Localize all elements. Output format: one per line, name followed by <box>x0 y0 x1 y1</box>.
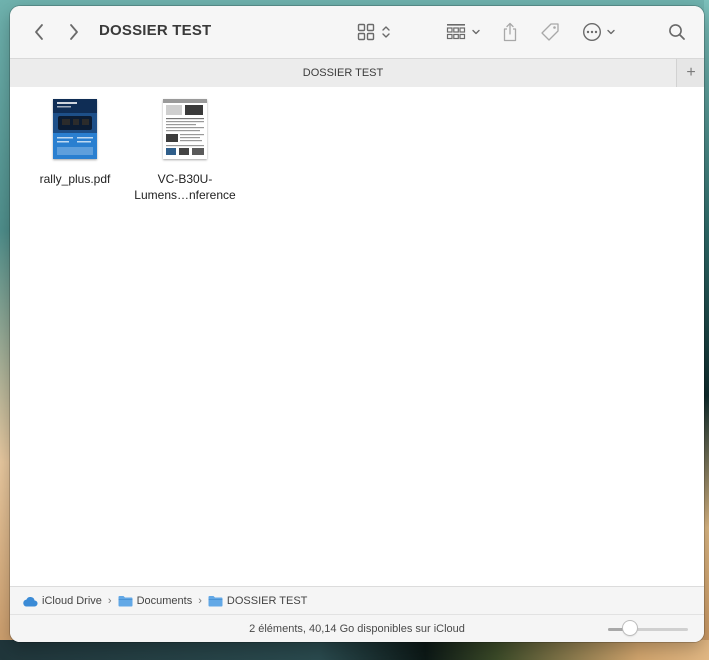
path-separator: › <box>107 595 112 607</box>
chevron-left-icon <box>35 24 43 40</box>
path-bar: iCloud Drive › Documents › DOSSIER TEST <box>10 586 704 615</box>
path-item-icloud-drive[interactable]: iCloud Drive › <box>22 595 112 607</box>
tags-button[interactable] <box>538 18 562 46</box>
search-icon <box>669 24 685 40</box>
new-tab-button[interactable]: + <box>676 59 704 87</box>
folder-icon <box>118 595 133 607</box>
tag-icon <box>541 23 559 41</box>
file-browser-area[interactable]: rally_plus.pdf VC-B30U- Lumens…nference <box>10 87 704 586</box>
file-name: VC-B30U- Lumens…nference <box>134 172 236 202</box>
share-button[interactable] <box>499 18 521 46</box>
path-item-documents[interactable]: Documents › <box>118 595 202 607</box>
path-item-dossier-test[interactable]: DOSSIER TEST <box>208 595 307 607</box>
finder-window: DOSSIER TEST DOSSIER TEST + rally_plus.p… <box>10 6 704 642</box>
icon-grid-view-icon <box>357 23 375 41</box>
tab-bar: DOSSIER TEST + <box>10 58 704 88</box>
desktop-background-bottom <box>0 640 709 660</box>
file-name: rally_plus.pdf <box>39 172 111 186</box>
status-bar: 2 éléments, 40,14 Go disponibles sur iCl… <box>10 614 704 642</box>
folder-icon <box>208 595 223 607</box>
desktop-background-edge <box>704 0 709 660</box>
view-mode-button[interactable] <box>354 18 394 46</box>
group-by-button[interactable] <box>442 18 484 46</box>
file-item[interactable]: VC-B30U- Lumens…nference <box>130 99 240 203</box>
window-title: DOSSIER TEST <box>99 22 212 39</box>
toolbar: DOSSIER TEST <box>10 6 704 58</box>
path-item-label: DOSSIER TEST <box>226 595 308 607</box>
chevron-right-icon <box>70 24 78 40</box>
icon-size-slider[interactable] <box>608 628 688 631</box>
chevron-down-icon <box>607 29 615 35</box>
ellipsis-circle-icon <box>582 22 602 42</box>
file-item[interactable]: rally_plus.pdf <box>20 99 130 187</box>
path-item-label: iCloud Drive <box>42 595 102 607</box>
share-icon <box>503 22 517 42</box>
pdf-thumbnail <box>163 99 207 159</box>
updown-chevron-icon <box>382 26 390 38</box>
forward-button[interactable] <box>63 18 85 46</box>
more-actions-button[interactable] <box>580 18 618 46</box>
status-text: 2 éléments, 40,14 Go disponibles sur iCl… <box>249 623 465 635</box>
tab-dossier-test[interactable]: DOSSIER TEST <box>10 59 676 87</box>
icloud-icon <box>22 596 38 607</box>
back-button[interactable] <box>28 18 50 46</box>
chevron-down-icon <box>471 29 480 35</box>
group-grid-icon <box>446 24 465 40</box>
path-item-label: Documents <box>136 595 193 607</box>
search-button[interactable] <box>666 18 688 46</box>
path-separator: › <box>198 595 202 607</box>
pdf-thumbnail <box>53 99 97 159</box>
